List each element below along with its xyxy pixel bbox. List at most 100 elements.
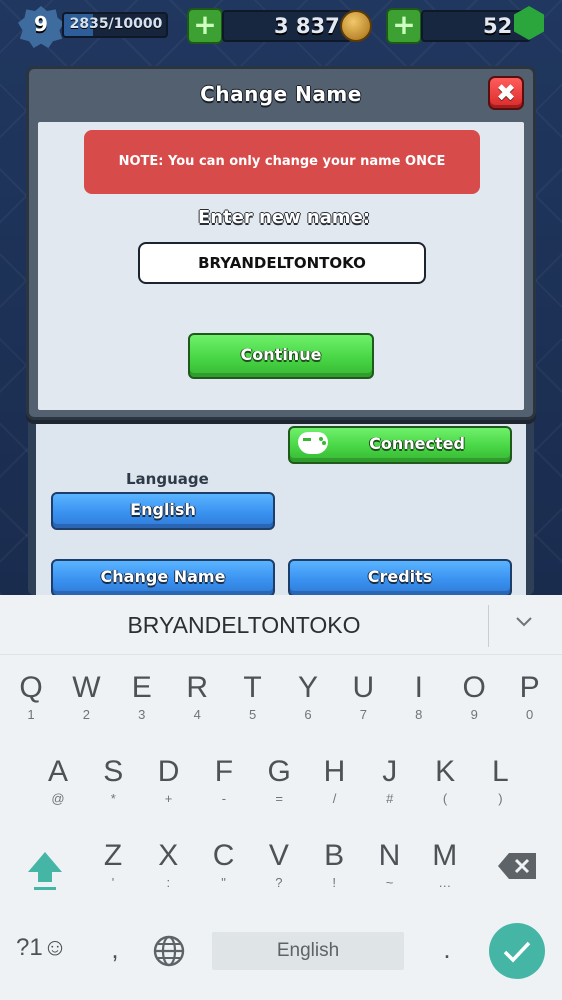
- key-h[interactable]: H /: [307, 756, 363, 806]
- change-name-button[interactable]: Change Name: [51, 559, 275, 597]
- key-letter: V: [268, 839, 289, 872]
- key-q[interactable]: Q1: [3, 672, 59, 722]
- key-letter: T: [243, 671, 262, 704]
- key-w[interactable]: W2: [58, 672, 114, 722]
- language-button[interactable]: English: [51, 492, 275, 530]
- key-z[interactable]: Z ': [85, 840, 141, 890]
- enter-name-label: Enter new name:: [197, 207, 371, 228]
- key-secondary: +: [164, 791, 173, 806]
- buy-gold-button[interactable]: +: [187, 8, 223, 44]
- gold-amount: 3 837: [274, 14, 340, 38]
- suggestion-divider: [488, 605, 489, 647]
- key-g[interactable]: G =: [251, 756, 307, 806]
- new-name-input[interactable]: [138, 242, 426, 284]
- key-letter: S: [103, 755, 124, 788]
- globe-icon[interactable]: [152, 934, 186, 968]
- key-secondary: !: [332, 875, 336, 890]
- buy-gems-button[interactable]: +: [386, 8, 422, 44]
- key-letter: Y: [297, 671, 318, 704]
- key-p[interactable]: P0: [502, 672, 558, 722]
- key-j[interactable]: J #: [362, 756, 418, 806]
- key-secondary: ~: [385, 875, 394, 890]
- key-s[interactable]: S *: [85, 756, 141, 806]
- key-secondary: /: [332, 791, 337, 806]
- key-u[interactable]: U7: [335, 672, 391, 722]
- gamepad-icon: [298, 432, 328, 454]
- key-c[interactable]: C ": [196, 840, 252, 890]
- key-secondary: ?: [275, 875, 283, 890]
- key-a[interactable]: A @: [30, 756, 86, 806]
- continue-button[interactable]: Continue: [188, 333, 374, 379]
- key-secondary: 3: [138, 707, 146, 722]
- key-o[interactable]: O9: [446, 672, 502, 722]
- key-secondary: 6: [304, 707, 312, 722]
- key-d[interactable]: D +: [141, 756, 197, 806]
- symbols-key[interactable]: ?1☺: [16, 934, 67, 962]
- chevron-down-icon[interactable]: [515, 613, 533, 631]
- key-r[interactable]: R4: [169, 672, 225, 722]
- key-letter: J: [382, 755, 398, 788]
- key-letter: K: [435, 755, 456, 788]
- key-secondary: 8: [415, 707, 423, 722]
- key-i[interactable]: I8: [391, 672, 447, 722]
- close-button[interactable]: ✖: [488, 76, 524, 110]
- key-letter: G: [267, 755, 291, 788]
- key-secondary: ): [498, 791, 503, 806]
- credits-button[interactable]: Credits: [288, 559, 512, 597]
- key-secondary: 1: [27, 707, 35, 722]
- key-letter: X: [158, 839, 179, 872]
- key-secondary: 9: [470, 707, 478, 722]
- key-n[interactable]: N ~: [362, 840, 418, 890]
- key-v[interactable]: V?: [251, 840, 307, 890]
- key-letter: M: [432, 839, 458, 872]
- key-e[interactable]: E3: [114, 672, 170, 722]
- key-letter: E: [131, 671, 152, 704]
- key-f[interactable]: F-: [196, 756, 252, 806]
- key-secondary: 7: [359, 707, 367, 722]
- key-secondary: *: [110, 791, 116, 806]
- comma-key[interactable]: ,: [100, 934, 130, 965]
- suggestion-word[interactable]: BRYANDELTONTOKO: [0, 612, 488, 639]
- dialog-title: Change Name: [200, 82, 362, 106]
- key-letter: N: [378, 839, 401, 872]
- key-t[interactable]: T5: [225, 672, 281, 722]
- close-icon: ✖: [495, 79, 517, 107]
- key-letter: F: [214, 755, 234, 788]
- key-m[interactable]: M…: [417, 840, 473, 890]
- key-l[interactable]: L): [472, 756, 528, 806]
- backspace-icon[interactable]: [497, 852, 537, 880]
- key-secondary: 2: [82, 707, 90, 722]
- key-b[interactable]: B!: [306, 840, 362, 890]
- key-secondary: @: [51, 791, 65, 806]
- enter-key[interactable]: [489, 923, 545, 979]
- checkmark-icon: [503, 941, 531, 963]
- key-letter: B: [324, 839, 345, 872]
- key-letter: C: [212, 839, 235, 872]
- key-secondary: ': [111, 875, 115, 890]
- key-secondary: ": [221, 875, 226, 890]
- top-bar: 9 2835/10000 + 3 837 + 52: [0, 0, 562, 52]
- space-key[interactable]: English: [212, 932, 404, 970]
- key-secondary: 4: [193, 707, 201, 722]
- key-letter: W: [72, 671, 101, 704]
- key-secondary: (: [442, 791, 448, 806]
- level-number: 9: [34, 12, 48, 36]
- key-secondary: 0: [525, 707, 534, 722]
- key-letter: D: [157, 755, 180, 788]
- key-letter: H: [323, 755, 346, 788]
- key-secondary: 5: [248, 707, 257, 722]
- key-letter: I: [414, 671, 423, 704]
- gold-coin-icon: [340, 10, 372, 42]
- connected-label: Connected: [369, 434, 465, 453]
- key-letter: O: [462, 671, 486, 704]
- gems-amount: 52: [483, 14, 513, 38]
- period-key[interactable]: .: [432, 934, 462, 965]
- key-x[interactable]: X:: [140, 840, 196, 890]
- key-k[interactable]: K(: [417, 756, 473, 806]
- key-y[interactable]: Y6: [280, 672, 336, 722]
- key-secondary: …: [438, 875, 452, 890]
- key-letter: A: [47, 755, 68, 788]
- key-letter: U: [352, 671, 375, 704]
- name-change-note: NOTE: You can only change your name ONCE: [84, 130, 480, 194]
- shift-icon[interactable]: [26, 850, 64, 892]
